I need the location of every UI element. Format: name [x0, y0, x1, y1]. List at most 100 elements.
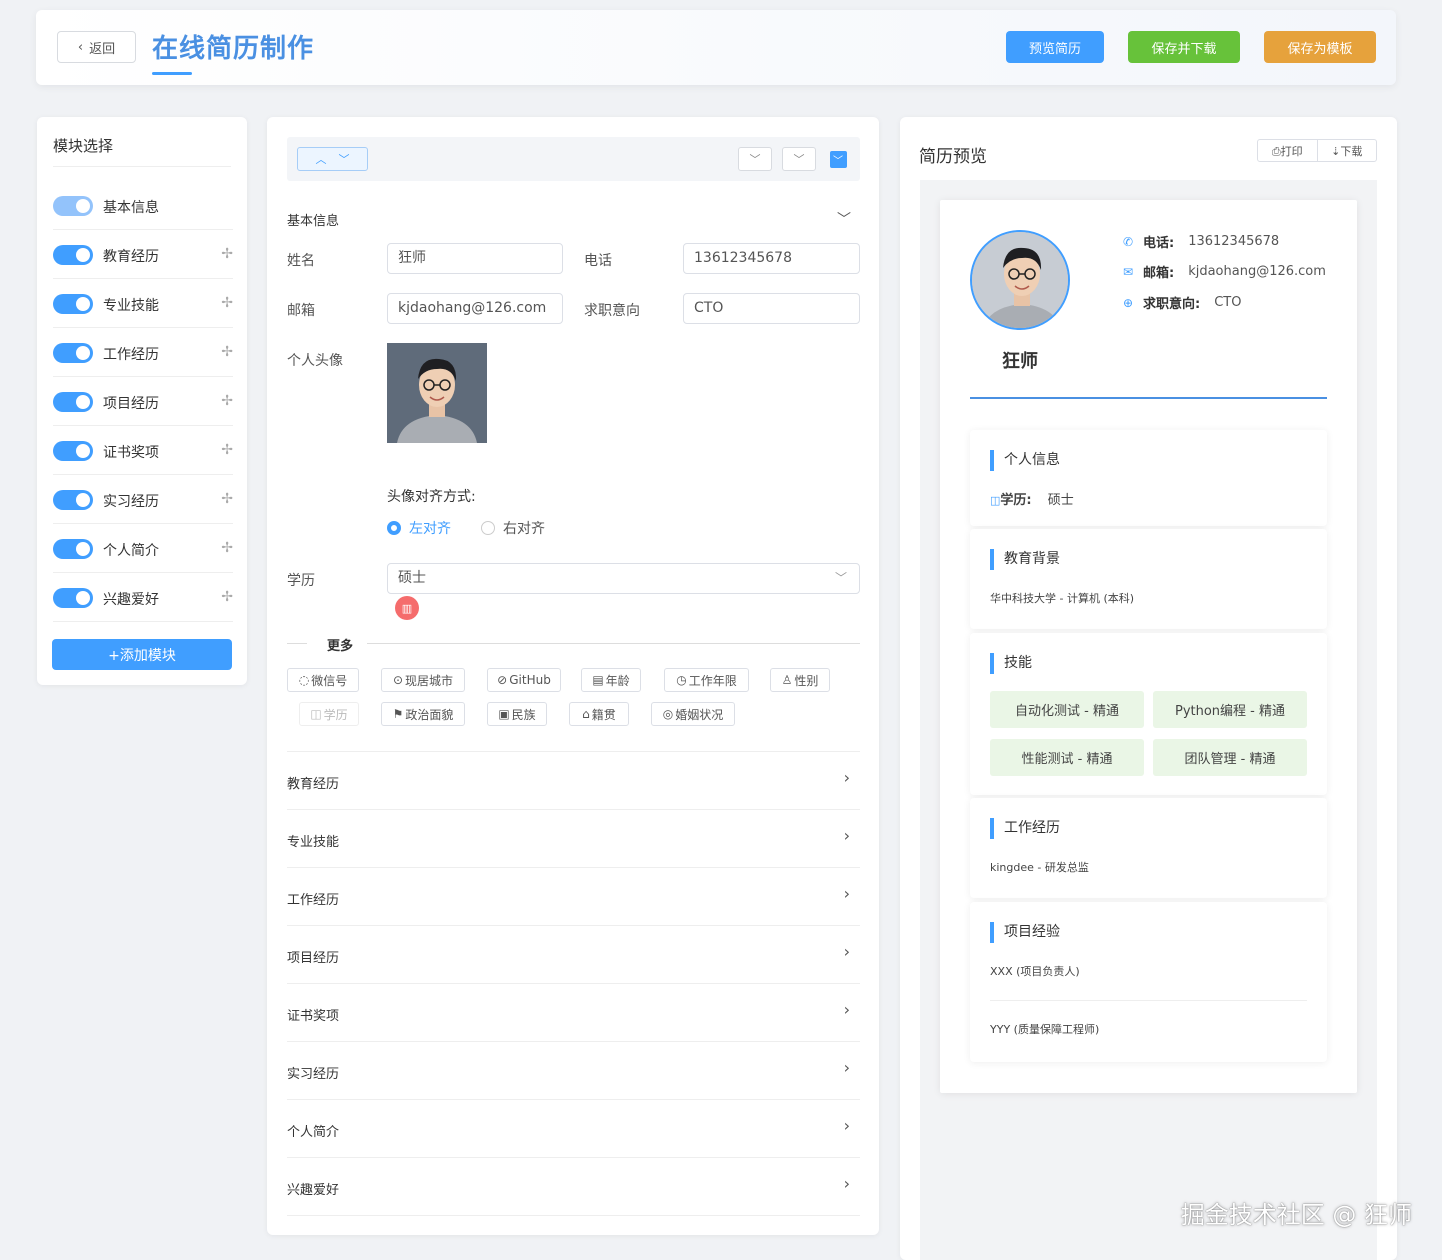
name-label: 姓名 — [287, 253, 315, 269]
name-input[interactable]: 狂师 — [387, 243, 563, 274]
chip-icon: ⚑ — [392, 707, 404, 721]
drag-handle-icon[interactable]: ✢ — [221, 295, 233, 311]
module-toggle[interactable] — [53, 196, 93, 216]
module-item: 实习经历 ✢ — [53, 475, 233, 524]
module-toggle[interactable] — [53, 294, 93, 314]
drag-handle-icon[interactable]: ✢ — [221, 344, 233, 360]
print-button[interactable]: ⎙打印 — [1258, 140, 1318, 161]
drag-handle-icon[interactable]: ✢ — [221, 442, 233, 458]
resume-section-education: 教育背景 华中科技大学 - 计算机 (本科) — [970, 529, 1327, 629]
chip-icon: ♙ — [781, 673, 793, 687]
chevron-down-icon: ﹀ — [834, 571, 847, 585]
add-field-chip[interactable]: ▣ 民族 — [487, 702, 547, 726]
work-item: kingdee - 研发总监 — [990, 861, 1089, 874]
preview-canvas: 狂师 ✆ 电话: 13612345678 ✉ 邮箱: kjdaohang@126… — [920, 180, 1377, 1260]
collapse-section[interactable]: 兴趣爱好 › — [287, 1157, 860, 1215]
download-button[interactable]: ⇣下载 — [1318, 140, 1377, 161]
chip-icon: ▤ — [592, 673, 604, 687]
collapse-section[interactable]: 证书奖项 › — [287, 983, 860, 1041]
preview-title: 简历预览 — [919, 147, 987, 167]
module-label: 项目经历 — [103, 396, 159, 412]
module-toggle[interactable] — [53, 441, 93, 461]
module-panel-title: 模块选择 — [53, 137, 114, 155]
education-select[interactable]: 硕士 ﹀ — [387, 563, 860, 594]
select-checkbox[interactable]: ﹀ — [826, 147, 850, 171]
add-field-chip[interactable]: ⊙ 现居城市 — [381, 668, 465, 692]
chip-label: 现居城市 — [405, 673, 454, 688]
add-module-button[interactable]: +添加模块 — [52, 639, 232, 670]
collapse-dropdown-2[interactable]: ﹀ — [782, 147, 816, 171]
avatar-upload-image[interactable] — [387, 343, 487, 443]
edu-value: 硕士 — [1047, 493, 1074, 508]
drag-handle-icon[interactable]: ✢ — [221, 393, 233, 409]
phone-input[interactable]: 13612345678 — [683, 243, 860, 274]
drag-handle-icon[interactable]: ✢ — [221, 491, 233, 507]
add-field-chip[interactable]: ⊘ GitHub — [487, 668, 561, 692]
resume-sheet: 狂师 ✆ 电话: 13612345678 ✉ 邮箱: kjdaohang@126… — [940, 200, 1357, 1093]
move-up-down-group[interactable]: ︿ ﹀ — [297, 147, 368, 171]
chevron-right-icon: › — [843, 1116, 850, 1135]
back-button[interactable]: ‹ 返回 — [57, 31, 136, 63]
title-underline — [152, 72, 192, 75]
divider — [287, 1215, 860, 1216]
collapse-chevron-icon[interactable]: ﹀ — [837, 209, 851, 229]
project-item: XXX (项目负责人) — [990, 965, 1080, 978]
collapse-section[interactable]: 个人简介 › — [287, 1099, 860, 1157]
mail-icon: ✉ — [1123, 264, 1134, 279]
phone-label: 电话 — [584, 253, 612, 269]
resume-section-skills: 技能 自动化测试 - 精通 Python编程 - 精通 性能测试 - 精通 团队… — [970, 633, 1327, 795]
chevron-down-icon[interactable]: ﹀ — [339, 151, 350, 167]
module-toggle[interactable] — [53, 343, 93, 363]
delete-field-button[interactable]: ▥ — [395, 596, 419, 620]
watermark: 掘金技术社区 @ 狂师 — [1180, 1201, 1412, 1229]
collapse-section[interactable]: 教育经历 › — [287, 751, 860, 809]
module-toggle[interactable] — [53, 539, 93, 559]
divider — [53, 166, 231, 167]
chevron-left-icon: ‹ — [77, 39, 84, 55]
save-template-button[interactable]: 保存为模板 — [1264, 31, 1376, 63]
target-icon: ⊕ — [1123, 295, 1134, 310]
collapse-section[interactable]: 实习经历 › — [287, 1041, 860, 1099]
email-input[interactable]: kjdaohang@126.com — [387, 293, 563, 324]
chevron-right-icon: › — [843, 1174, 850, 1193]
chip-label: 微信号 — [311, 673, 348, 688]
intent-input[interactable]: CTO — [683, 293, 860, 324]
chip-label: 籍贯 — [591, 707, 616, 722]
drag-handle-icon[interactable]: ✢ — [221, 540, 233, 556]
collapse-section[interactable]: 工作经历 › — [287, 867, 860, 925]
collapse-section[interactable]: 项目经历 › — [287, 925, 860, 983]
chevron-up-icon[interactable]: ︿ — [316, 151, 327, 167]
radio-left-align[interactable]: 左对齐 — [387, 518, 451, 538]
chip-label: 政治面貌 — [405, 707, 454, 722]
collapse-dropdown-1[interactable]: ﹀ — [738, 147, 772, 171]
add-field-chip[interactable]: ⚑ 政治面貌 — [381, 702, 465, 726]
add-field-chip[interactable]: ♙ 性别 — [770, 668, 830, 692]
add-field-chip[interactable]: ◎ 婚姻状况 — [651, 702, 735, 726]
more-label: 更多 — [327, 639, 354, 654]
resume-section-work: 工作经历 kingdee - 研发总监 — [970, 798, 1327, 898]
contact-label: 电话: — [1143, 236, 1175, 251]
module-toggle[interactable] — [53, 588, 93, 608]
module-label: 专业技能 — [103, 298, 159, 314]
add-field-chip[interactable]: ▤ 年龄 — [581, 668, 641, 692]
radio-right-align[interactable]: 右对齐 — [481, 518, 545, 538]
chevron-right-icon: › — [843, 942, 850, 961]
module-toggle[interactable] — [53, 392, 93, 412]
project-item: YYY (质量保障工程师) — [990, 1023, 1100, 1036]
add-field-chip[interactable]: ◌ 微信号 — [287, 668, 359, 692]
preview-resume-button[interactable]: 预览简历 — [1006, 31, 1104, 63]
collapse-section[interactable]: 专业技能 › — [287, 809, 860, 867]
chevron-down-icon: ﹀ — [749, 153, 761, 166]
edu-label: 学历: — [1000, 493, 1032, 508]
module-item: 项目经历 ✢ — [53, 377, 233, 426]
drag-handle-icon[interactable]: ✢ — [221, 589, 233, 605]
add-field-chip[interactable]: ◷ 工作年限 — [664, 668, 749, 692]
divider — [367, 643, 860, 644]
save-download-button[interactable]: 保存并下载 — [1128, 31, 1240, 63]
chip-icon: ◌ — [298, 673, 310, 687]
module-toggle[interactable] — [53, 245, 93, 265]
module-toggle[interactable] — [53, 490, 93, 510]
drag-handle-icon[interactable]: ✢ — [221, 246, 233, 262]
back-label: 返回 — [89, 41, 116, 57]
add-field-chip[interactable]: ⌂ 籍贯 — [569, 702, 629, 726]
